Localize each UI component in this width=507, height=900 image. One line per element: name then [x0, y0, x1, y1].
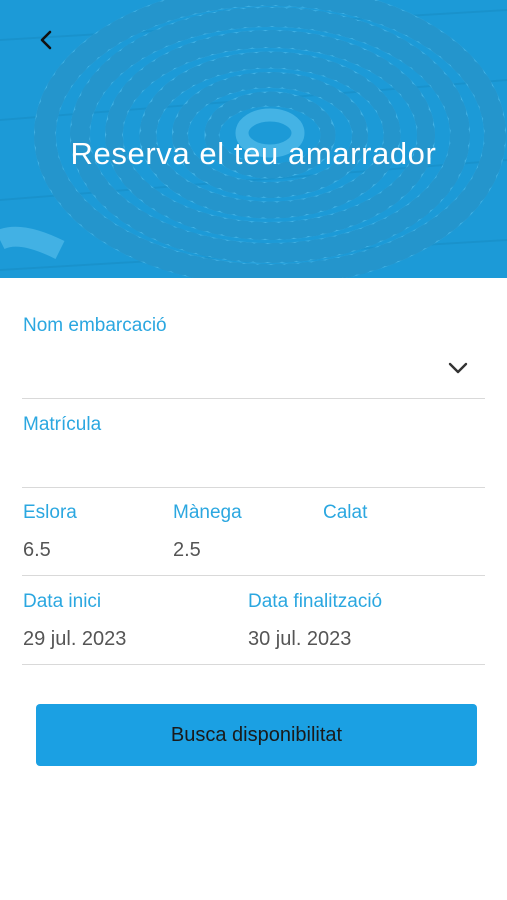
- start-date-field[interactable]: 29 jul. 2023: [23, 628, 126, 651]
- registration-label: Matrícula: [23, 414, 102, 435]
- page-title: Reserva el teu amarrador: [70, 136, 437, 171]
- end-date-label: Data finalització: [248, 591, 383, 612]
- chevron-down-icon[interactable]: [445, 358, 471, 378]
- draft-label: Calat: [323, 502, 368, 523]
- beam-input[interactable]: 2.5: [173, 539, 201, 562]
- length-label: Eslora: [23, 502, 77, 523]
- divider: [22, 664, 485, 665]
- boat-name-select[interactable]: [26, 375, 56, 379]
- end-date-field[interactable]: 30 jul. 2023: [248, 628, 351, 651]
- hero-banner: Reserva el teu amarrador: [0, 0, 507, 278]
- start-date-label: Data inici: [23, 591, 102, 612]
- boat-name-label: Nom embarcació: [23, 315, 167, 336]
- draft-input[interactable]: [323, 539, 463, 563]
- length-input[interactable]: 6.5: [23, 539, 51, 562]
- divider: [22, 575, 485, 576]
- registration-input[interactable]: [23, 449, 463, 473]
- divider: [22, 398, 485, 399]
- search-availability-button[interactable]: Busca disponibilitat: [36, 704, 477, 766]
- chevron-left-icon: [40, 30, 52, 50]
- search-availability-label: Busca disponibilitat: [170, 723, 343, 746]
- beam-label: Mànega: [173, 502, 242, 523]
- divider: [22, 487, 485, 488]
- back-button[interactable]: [28, 22, 64, 58]
